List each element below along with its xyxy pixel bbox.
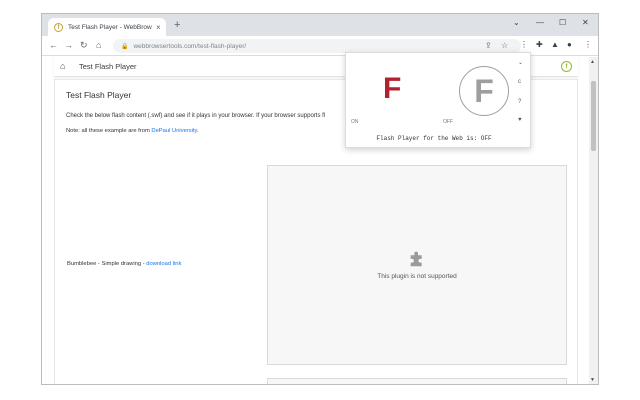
flash-off-letter: F xyxy=(474,73,494,109)
flash-off-toggle[interactable]: F xyxy=(459,66,509,116)
example-label: Bumblebee - Simple drawing - download li… xyxy=(67,261,181,267)
popup-love-icon[interactable]: ♥ xyxy=(518,117,522,123)
back-icon[interactable]: ← xyxy=(49,40,58,51)
flash-extension-popup: F F ON OFF Flash Player for the Web is: … xyxy=(345,52,531,148)
labs-flask-icon[interactable]: ▲ xyxy=(551,40,559,49)
page-scrollbar[interactable]: ▲ ▼ xyxy=(589,57,598,384)
flash-extension-icon[interactable]: ⋮ xyxy=(520,40,528,49)
popup-collapse-icon[interactable]: ⌄ xyxy=(518,59,523,66)
title-bar: f Test Flash Player - WebBrowserT × + ⌄ … xyxy=(42,14,598,37)
minimize-icon[interactable]: — xyxy=(536,18,544,27)
home-icon[interactable]: ⌂ xyxy=(96,40,101,51)
flash-status-text: Flash Player for the Web is: OFF xyxy=(376,135,492,142)
depaul-link[interactable]: DePaul University xyxy=(151,128,197,134)
profile-avatar-icon[interactable]: ● xyxy=(567,40,572,49)
scroll-thumb[interactable] xyxy=(591,81,596,151)
source-note: Note: all these example are from DePaul … xyxy=(66,128,199,134)
off-label: OFF xyxy=(443,119,453,125)
new-tab-button[interactable]: + xyxy=(174,20,180,31)
note-suffix: . xyxy=(197,128,199,134)
address-bar[interactable]: 🔒 webbrowsertools.com/test-flash-player/… xyxy=(113,39,521,53)
flash-on-toggle[interactable]: F xyxy=(383,73,401,105)
on-label: ON xyxy=(351,119,359,125)
tab-test-flash-player[interactable]: f Test Flash Player - WebBrowserT × xyxy=(48,18,166,37)
download-link[interactable]: download link xyxy=(146,261,181,267)
tab-search-chevron-icon[interactable]: ⌄ xyxy=(513,18,520,27)
plugin-unsupported-message: This plugin is not supported xyxy=(377,273,457,280)
tab-title: Test Flash Player - WebBrowserT xyxy=(68,24,152,31)
bookmark-star-icon[interactable]: ☆ xyxy=(501,41,508,50)
extensions-puzzle-icon[interactable]: ✚ xyxy=(536,40,543,49)
browser-window: f Test Flash Player - WebBrowserT × + ⌄ … xyxy=(41,13,599,385)
lock-icon[interactable]: 🔒 xyxy=(121,43,128,50)
scroll-up-icon[interactable]: ▲ xyxy=(590,59,595,65)
popup-help-icon[interactable]: ? xyxy=(518,99,521,105)
site-logo-icon[interactable]: f xyxy=(561,61,572,72)
close-window-icon[interactable]: ✕ xyxy=(582,18,589,27)
tab-close-icon[interactable]: × xyxy=(156,23,161,32)
example-name: Bumblebee - Simple drawing - xyxy=(67,261,147,267)
page-title: Test Flash Player xyxy=(66,90,132,100)
popup-refresh-icon[interactable]: c xyxy=(518,79,521,85)
flash-embed[interactable]: This plugin is not supported xyxy=(267,165,567,365)
page-description: Check the below flash content (.swf) and… xyxy=(66,113,326,119)
flash-embed-2[interactable] xyxy=(267,378,567,384)
reload-icon[interactable]: ↻ xyxy=(80,40,88,51)
note-prefix: Note: all these example are from xyxy=(66,128,152,134)
browser-menu-icon[interactable]: ⋮ xyxy=(584,40,592,49)
scroll-down-icon[interactable]: ▼ xyxy=(590,377,595,383)
plugin-puzzle-icon xyxy=(410,251,422,267)
forward-icon[interactable]: → xyxy=(64,40,73,51)
url-text: webbrowsertools.com/test-flash-player/ xyxy=(133,42,247,50)
header-title: Test Flash Player xyxy=(79,62,137,71)
maximize-icon[interactable]: ☐ xyxy=(559,18,566,27)
tab-favicon-icon: f xyxy=(54,23,63,32)
site-home-icon[interactable]: ⌂ xyxy=(60,61,65,71)
share-icon[interactable]: ⇪ xyxy=(485,41,492,50)
